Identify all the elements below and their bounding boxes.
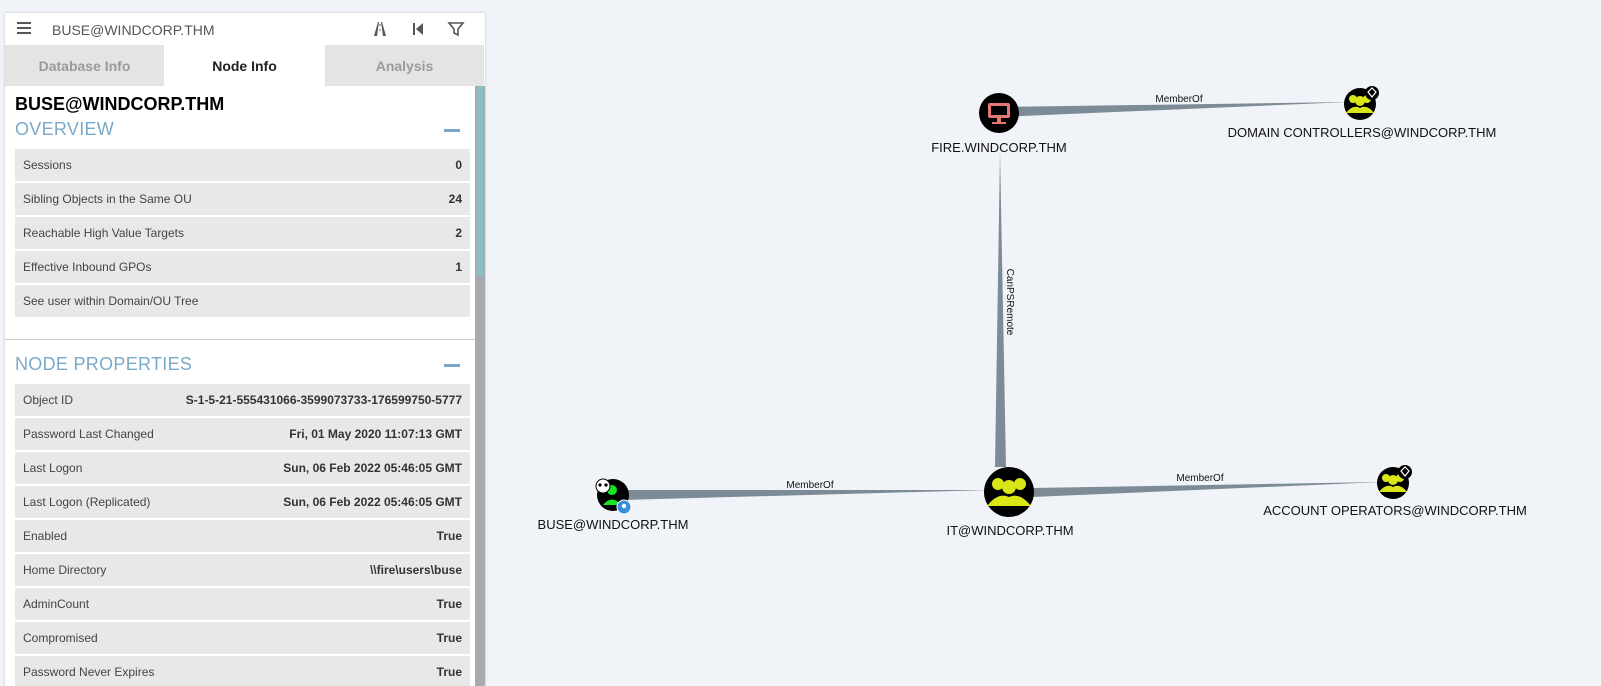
collapse-node-properties-icon[interactable] [444,364,460,367]
edge-buse-to-it[interactable] [623,490,990,500]
row-label: Password Never Expires [15,655,168,686]
row-label: Sibling Objects in the Same OU [15,182,410,217]
table-row: Home Directory \\fire\users\buse [15,553,470,588]
table-row: Password Never Expires True [15,655,470,686]
row-value: S-1-5-21-555431066-3599073733-176599750-… [167,384,470,418]
edge-it-to-account-operators[interactable] [1032,482,1383,497]
tab-analysis[interactable]: Analysis [325,45,485,86]
row-label: Home Directory [15,553,168,588]
node-properties-title: NODE PROPERTIES [15,354,193,374]
table-row[interactable]: Effective Inbound GPOs 1 [15,250,470,285]
row-label: Password Last Changed [15,417,168,452]
table-row: Object ID S-1-5-21-555431066-3599073733-1… [15,384,470,418]
pathfinding-road-icon[interactable] [371,20,389,38]
row-value: True [167,587,470,622]
row-value: True [167,655,470,686]
node-domain-controllers[interactable]: DOMAIN CONTROLLERS@WINDCORP.THM [1228,86,1497,140]
row-value: 2 [409,216,470,251]
node-label: DOMAIN CONTROLLERS@WINDCORP.THM [1228,125,1497,140]
panel-scrollbar[interactable] [475,86,485,686]
table-row: Enabled True [15,519,470,554]
node-properties-header[interactable]: NODE PROPERTIES [15,352,465,378]
node-info-content: BUSE@WINDCORP.THM OVERVIEW Sessions 0 Sib… [5,86,475,686]
row-value: 1 [409,250,470,285]
node-label: BUSE@WINDCORP.THM [538,517,689,532]
collapse-overview-icon[interactable] [444,129,460,132]
row-value: \\fire\users\buse [167,553,470,588]
row-label: Last Logon (Replicated) [15,485,168,520]
node-title: BUSE@WINDCORP.THM [15,94,225,114]
edge-label-memberof: MemberOf [1155,94,1202,105]
row-label: Last Logon [15,451,168,486]
table-row[interactable]: Sibling Objects in the Same OU 24 [15,182,470,217]
row-value: Sun, 06 Feb 2022 05:46:05 GMT [167,485,470,520]
search-input[interactable] [50,13,354,47]
row-label: See user within Domain/OU Tree [15,284,410,319]
back-icon[interactable] [409,20,427,38]
edge-label-canpsremote: CanPSRemote [1004,269,1015,336]
row-value: True [167,621,470,656]
row-label: Sessions [15,149,410,183]
node-buse[interactable]: BUSE@WINDCORP.THM [538,478,689,532]
section-divider [5,339,475,352]
node-it[interactable]: IT@WINDCORP.THM [946,467,1074,538]
node-account-operators[interactable]: ACCOUNT OPERATORS@WINDCORP.THM [1263,465,1527,518]
row-value [409,284,470,319]
node-properties-table: Object ID S-1-5-21-555431066-3599073733-1… [15,384,470,686]
row-label: Object ID [15,384,168,418]
tab-database-info[interactable]: Database Info [5,45,165,86]
row-value: Fri, 01 May 2020 11:07:13 GMT [167,417,470,452]
table-row[interactable]: Sessions 0 [15,149,470,183]
edge-label-memberof: MemberOf [786,480,833,491]
row-value: 24 [409,182,470,217]
row-label: Enabled [15,519,168,554]
table-row: Password Last Changed Fri, 01 May 2020 11… [15,417,470,452]
row-value: 0 [409,149,470,183]
row-label: AdminCount [15,587,168,622]
table-row[interactable]: Reachable High Value Targets 2 [15,216,470,251]
row-label: Compromised [15,621,168,656]
graph-canvas[interactable]: MemberOf CanPSRemote MemberOf MemberOf F… [485,0,1601,686]
scrollbar-thumb[interactable] [477,86,483,276]
table-row: Compromised True [15,621,470,656]
overview-title: OVERVIEW [15,119,115,139]
table-row[interactable]: See user within Domain/OU Tree [15,284,470,319]
graph-edges [623,102,1383,500]
node-label: ACCOUNT OPERATORS@WINDCORP.THM [1263,503,1527,518]
node-fire[interactable]: FIRE.WINDCORP.THM [931,93,1067,155]
search-bar [5,13,485,47]
overview-header[interactable]: OVERVIEW [15,117,465,143]
row-value: Sun, 06 Feb 2022 05:46:05 GMT [167,451,470,486]
row-label: Effective Inbound GPOs [15,250,410,285]
table-row: Last Logon Sun, 06 Feb 2022 05:46:05 GMT [15,451,470,486]
panel-tabs: Database Info Node Info Analysis [5,45,485,86]
table-row: AdminCount True [15,587,470,622]
location-pin-icon [616,499,632,515]
node-label: FIRE.WINDCORP.THM [931,140,1067,155]
node-info-panel: Database Info Node Info Analysis BUSE@WI… [5,13,485,686]
tab-node-info[interactable]: Node Info [165,45,325,86]
table-row: Last Logon (Replicated) Sun, 06 Feb 2022 … [15,485,470,520]
row-value: True [167,519,470,554]
node-label: IT@WINDCORP.THM [946,523,1073,538]
skull-icon [595,478,611,494]
overview-table: Sessions 0 Sibling Objects in the Same OU… [15,149,470,319]
filter-icon[interactable] [447,20,465,38]
edge-label-memberof: MemberOf [1176,473,1223,484]
row-label: Reachable High Value Targets [15,216,410,251]
hamburger-menu-icon[interactable] [16,20,32,36]
